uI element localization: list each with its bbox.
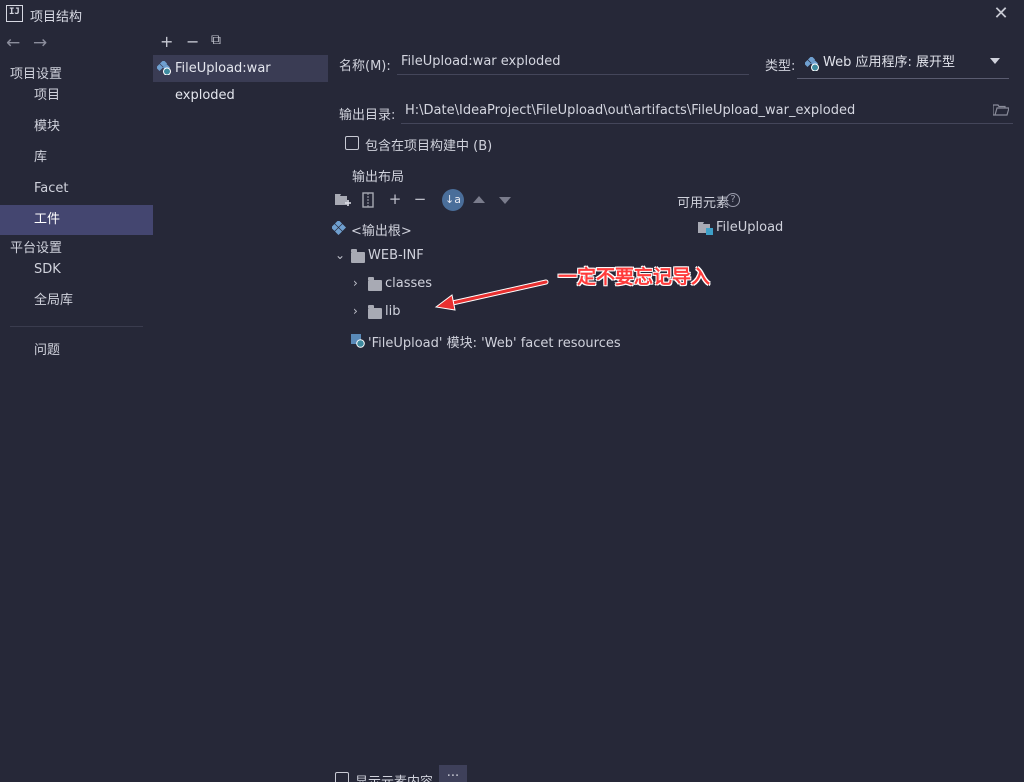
sidebar-item-artifacts[interactable]: 工件: [0, 205, 153, 235]
tree-classes[interactable]: classes: [385, 276, 432, 291]
help-icon[interactable]: ?: [726, 193, 740, 207]
output-root-icon: [332, 221, 346, 235]
add-artifact-button[interactable]: +: [160, 32, 173, 51]
name-label: 名称(M):: [339, 59, 391, 74]
back-arrow-icon[interactable]: ←: [6, 33, 20, 53]
move-down-icon[interactable]: [499, 197, 511, 204]
sidebar-item-project[interactable]: 项目: [0, 81, 153, 111]
web-app-icon: [805, 57, 819, 71]
sidebar-item-libraries[interactable]: 库: [0, 143, 153, 173]
chevron-right-icon[interactable]: ›: [353, 304, 358, 318]
remove-artifact-button[interactable]: −: [186, 32, 199, 51]
annotation-arrow-icon: [434, 279, 549, 311]
available-elements-label: 可用元素: [677, 196, 730, 211]
section-platform-settings: 平台设置: [10, 241, 63, 256]
create-archive-icon[interactable]: [362, 192, 374, 208]
section-project-settings: 项目设置: [10, 67, 63, 82]
output-directory-label: 输出目录:: [339, 108, 396, 123]
output-layout-title: 输出布局: [352, 170, 405, 185]
tree-web-inf[interactable]: WEB-INF: [368, 248, 424, 263]
tree-lib[interactable]: lib: [385, 304, 400, 319]
available-module-fileupload[interactable]: FileUpload: [716, 220, 783, 235]
move-up-icon[interactable]: [473, 196, 485, 203]
output-directory-field[interactable]: H:\Date\IdeaProject\FileUpload\out\artif…: [401, 98, 1013, 124]
annotation-text: 一定不要忘记导入: [558, 266, 711, 288]
close-button[interactable]: ✕: [990, 3, 1012, 25]
folder-icon: [368, 305, 382, 319]
type-value: Web 应用程序: 展开型: [823, 55, 955, 70]
window-title: 项目结构: [30, 10, 83, 25]
type-label: 类型:: [765, 59, 796, 74]
module-folder-icon: [698, 222, 713, 235]
artifact-name: FileUpload:war exploded: [175, 61, 271, 103]
chevron-right-icon[interactable]: ›: [353, 276, 358, 290]
sidebar-item-sdk[interactable]: SDK: [0, 255, 153, 285]
sidebar-item-facets[interactable]: Facet: [0, 174, 153, 204]
sort-elements-button[interactable]: ↓a: [442, 189, 464, 211]
show-content-checkbox[interactable]: [335, 772, 349, 782]
remove-element-button[interactable]: −: [411, 190, 429, 208]
name-field[interactable]: FileUpload:war exploded: [397, 49, 749, 75]
chevron-down-icon[interactable]: [990, 58, 1000, 64]
tree-facet-resources[interactable]: 'FileUpload' 模块: 'Web' facet resources: [368, 332, 621, 351]
browse-folder-icon[interactable]: [993, 104, 1009, 116]
artifact-list-item[interactable]: FileUpload:war exploded: [153, 55, 328, 103]
facet-resources-icon: [351, 334, 365, 348]
include-in-build-checkbox[interactable]: [345, 136, 359, 150]
include-in-build-label: 包含在项目构建中 (B): [365, 139, 493, 154]
show-content-label: 显示元素内容: [355, 771, 433, 782]
folder-icon: [368, 277, 382, 291]
type-select[interactable]: Web 应用程序: 展开型: [797, 49, 1009, 79]
tree-output-root[interactable]: <输出根>: [351, 220, 412, 239]
war-exploded-icon: [157, 61, 171, 75]
copy-artifact-button[interactable]: ⧉: [211, 32, 221, 48]
intellij-logo-icon: IJ: [6, 5, 23, 22]
add-element-button[interactable]: +: [386, 190, 404, 208]
chevron-down-icon[interactable]: ⌄: [335, 248, 345, 262]
sidebar-divider: [10, 326, 143, 327]
title-bar: [0, 0, 1024, 30]
folder-icon: [351, 249, 365, 263]
more-options-button[interactable]: ...: [439, 765, 467, 782]
sidebar-item-global-libraries[interactable]: 全局库: [0, 286, 153, 316]
sidebar-item-modules[interactable]: 模块: [0, 112, 153, 142]
sidebar-item-problems[interactable]: 问题: [0, 336, 153, 366]
forward-arrow-icon[interactable]: →: [33, 33, 47, 53]
create-directory-icon[interactable]: [335, 193, 351, 207]
